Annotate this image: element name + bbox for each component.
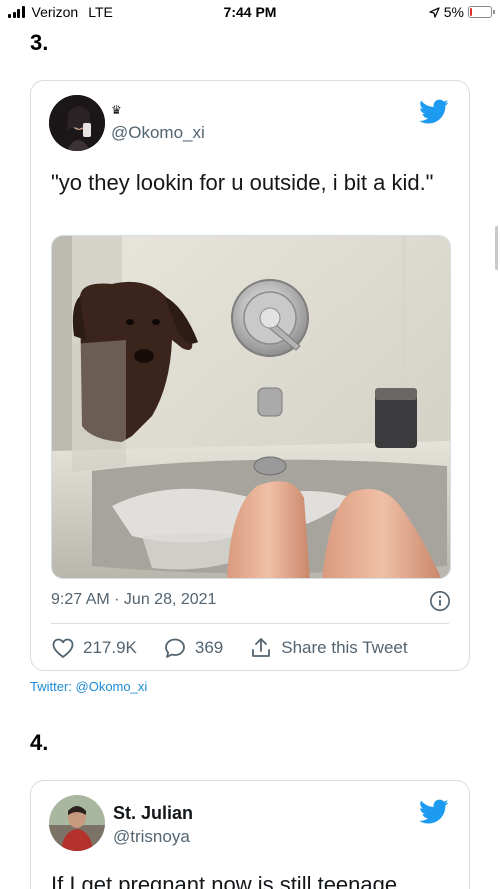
tweet-timestamp[interactable]: 9:27 AM · Jun 28, 2021 (51, 591, 216, 609)
avatar-portrait (49, 795, 105, 851)
location-arrow-icon (429, 6, 440, 18)
section-number: 4. (30, 730, 49, 755)
tweet-handle[interactable]: @trisnoya (113, 827, 190, 847)
avatar[interactable] (49, 95, 105, 151)
tweet-text: "yo they lookin for u outside, i bit a k… (51, 170, 434, 195)
share-icon (252, 638, 271, 657)
battery-icon (468, 6, 495, 18)
crown-icon: ♛ (111, 103, 122, 117)
source-link[interactable]: Twitter: @Okomo_xi (30, 679, 147, 694)
dog-peeking-into-bathtub-photo (52, 236, 450, 578)
status-bar: Verizon LTE 7:44 PM 5% (0, 0, 500, 24)
battery-percent: 5% (443, 4, 464, 20)
heart-icon (52, 638, 74, 658)
tweet-card[interactable]: ♛ @Okomo_xi "yo they lookin for u outsid… (30, 80, 470, 671)
reply-count: 369 (194, 638, 224, 657)
avatar[interactable] (49, 795, 105, 851)
info-icon[interactable] (429, 590, 451, 612)
like-button[interactable]: 217.9K (51, 636, 137, 660)
tweet-actions: 217.9K 369 Share this Tweet (51, 635, 434, 661)
share-button[interactable]: Share this Tweet (249, 636, 408, 660)
share-label: Share this Tweet (281, 638, 408, 657)
battery-fill (470, 8, 472, 16)
divider (51, 623, 449, 624)
tweet-text: If I get pregnant now is still teenage (51, 872, 398, 889)
reply-icon (164, 638, 185, 658)
tweet-display-name[interactable]: St. Julian (113, 803, 193, 824)
twitter-logo-icon[interactable] (419, 99, 449, 125)
clock: 7:44 PM (223, 4, 277, 20)
status-right: 5% (429, 4, 495, 20)
twitter-logo-icon[interactable] (419, 799, 449, 825)
tweet-handle[interactable]: @Okomo_xi (111, 123, 205, 143)
like-count: 217.9K (83, 638, 137, 657)
tweet-card[interactable]: St. Julian @trisnoya If I get pregnant n… (30, 780, 470, 889)
tweet-image[interactable] (51, 235, 451, 579)
avatar-portrait (49, 95, 105, 151)
scrollbar[interactable] (495, 226, 498, 270)
reply-button[interactable]: 369 (163, 636, 223, 660)
section-number: 3. (30, 30, 49, 55)
